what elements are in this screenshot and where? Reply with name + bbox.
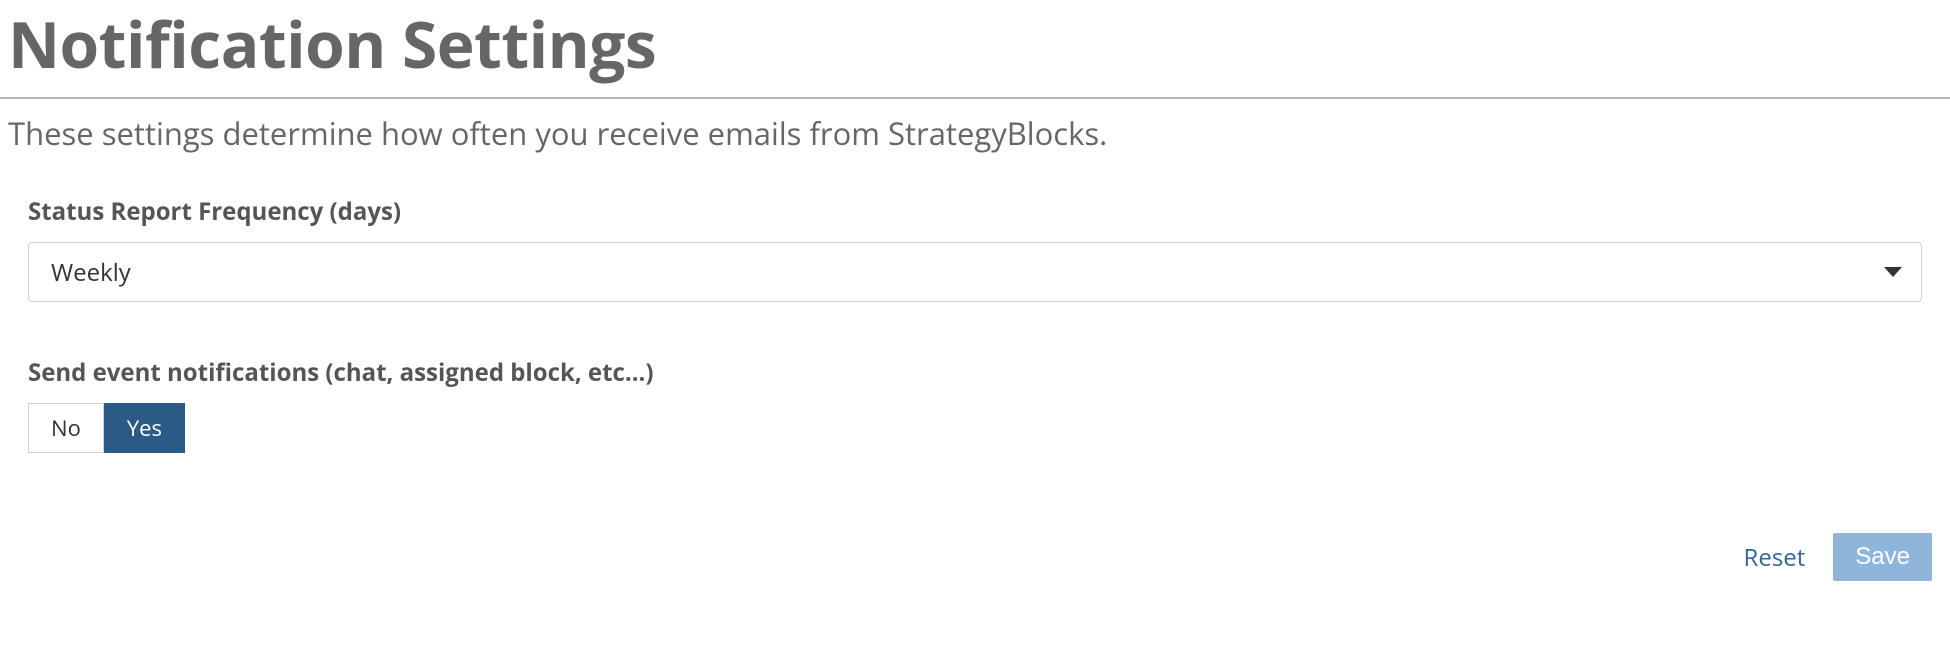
page-description: These settings determine how often you r… (0, 113, 1950, 195)
event-notifications-label: Send event notifications (chat, assigned… (28, 356, 1922, 389)
frequency-selected-value: Weekly (51, 256, 131, 289)
event-notifications-yes-button[interactable]: Yes (104, 403, 185, 453)
settings-form: Status Report Frequency (days) Weekly Se… (0, 195, 1950, 533)
frequency-label: Status Report Frequency (days) (28, 195, 1922, 228)
frequency-select-control[interactable]: Weekly (28, 242, 1922, 302)
divider (0, 97, 1950, 99)
reset-button[interactable]: Reset (1744, 541, 1806, 574)
page-title: Notification Settings (0, 0, 1950, 97)
save-button[interactable]: Save (1833, 533, 1932, 581)
event-notifications-no-button[interactable]: No (28, 403, 104, 453)
event-notifications-toggle: No Yes (28, 403, 185, 453)
footer-actions: Reset Save (0, 533, 1950, 601)
frequency-select[interactable]: Weekly (28, 242, 1922, 302)
